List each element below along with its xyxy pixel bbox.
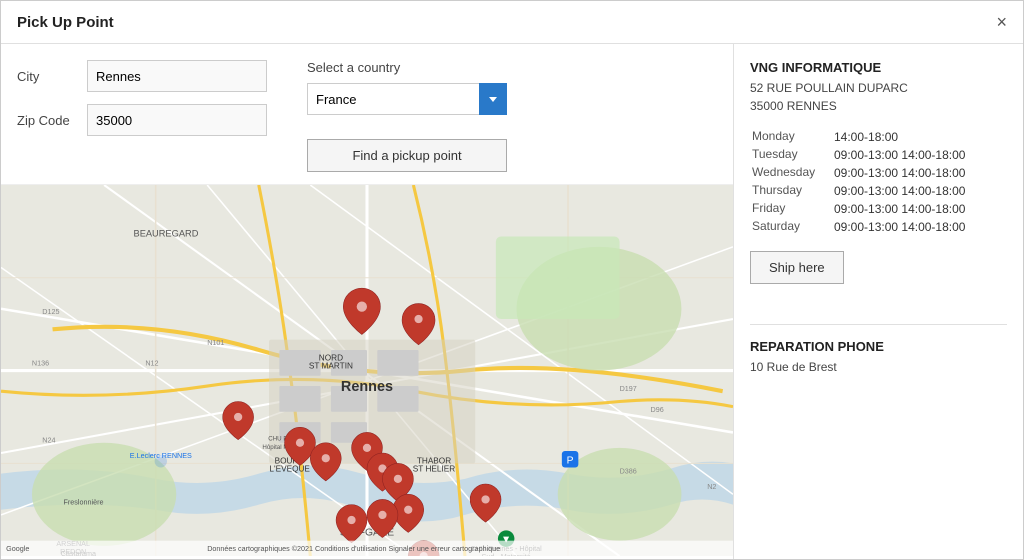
hours-row-thursday: Thursday 09:00-13:00 14:00-18:00 — [752, 183, 1005, 199]
city-input[interactable] — [87, 60, 267, 92]
svg-text:N24: N24 — [42, 436, 55, 445]
hours-row-monday: Monday 14:00-18:00 — [752, 129, 1005, 145]
zipcode-row: Zip Code — [17, 104, 267, 136]
pickup-name-1: VNG INFORMATIQUE — [750, 60, 1007, 75]
hours-row-friday: Friday 09:00-13:00 14:00-18:00 — [752, 201, 1005, 217]
modal-title: Pick Up Point — [17, 14, 114, 31]
pickup-name-2: REPARATION PHONE — [750, 339, 1007, 354]
map-area: Rennes BEAUREGARD NORD ST MARTIN BOURG L… — [1, 185, 733, 559]
svg-text:N12: N12 — [145, 358, 158, 367]
svg-text:ST HELIER: ST HELIER — [413, 465, 455, 474]
modal-container: Pick Up Point × City Zip Code — [0, 0, 1024, 560]
city-row: City — [17, 60, 267, 92]
modal-header: Pick Up Point × — [1, 1, 1023, 44]
svg-text:P: P — [567, 455, 574, 466]
pickup-address-2: 10 Rue de Brest — [750, 358, 1007, 376]
pickup-divider — [750, 324, 1007, 325]
map-container: Rennes BEAUREGARD NORD ST MARTIN BOURG L… — [1, 185, 733, 559]
country-label: Select a country — [307, 60, 507, 75]
zipcode-label: Zip Code — [17, 113, 77, 128]
modal-body: City Zip Code Select a country France Ge… — [1, 44, 1023, 559]
svg-text:D96: D96 — [651, 405, 664, 414]
hours-row-wednesday: Wednesday 09:00-13:00 14:00-18:00 — [752, 165, 1005, 181]
svg-text:D386: D386 — [620, 467, 637, 476]
svg-text:Données cartographiques ©2021: Données cartographiques ©2021 Conditions… — [207, 544, 500, 553]
svg-text:D197: D197 — [620, 384, 637, 393]
close-button[interactable]: × — [996, 13, 1007, 31]
svg-text:N2: N2 — [707, 482, 716, 491]
country-select[interactable]: France Germany Spain Italy — [307, 83, 507, 115]
hours-row-saturday: Saturday 09:00-13:00 14:00-18:00 — [752, 219, 1005, 235]
right-panel: VNG INFORMATIQUE 52 RUE POULLAIN DUPARC … — [733, 44, 1023, 559]
svg-text:D125: D125 — [42, 307, 59, 316]
ship-here-button[interactable]: Ship here — [750, 251, 844, 284]
hours-row-tuesday: Tuesday 09:00-13:00 14:00-18:00 — [752, 147, 1005, 163]
form-area: City Zip Code Select a country France Ge… — [1, 44, 733, 185]
map-svg: Rennes BEAUREGARD NORD ST MARTIN BOURG L… — [1, 185, 733, 556]
form-left: City Zip Code — [17, 60, 267, 136]
pickup-card-2: REPARATION PHONE 10 Rue de Brest — [750, 339, 1007, 376]
country-select-wrapper: France Germany Spain Italy — [307, 83, 507, 115]
pickup-address-1: 52 RUE POULLAIN DUPARC 35000 RENNES — [750, 79, 1007, 115]
zipcode-input[interactable] — [87, 104, 267, 136]
hours-table-1: Monday 14:00-18:00 Tuesday 09:00-13:00 1… — [750, 127, 1007, 237]
svg-text:ST MARTIN: ST MARTIN — [309, 362, 353, 371]
left-panel: City Zip Code Select a country France Ge… — [1, 44, 733, 559]
pickup-card-1: VNG INFORMATIQUE 52 RUE POULLAIN DUPARC … — [750, 60, 1007, 304]
svg-text:N101: N101 — [207, 338, 224, 347]
svg-text:Rennes: Rennes — [341, 379, 393, 395]
svg-text:N136: N136 — [32, 358, 49, 367]
find-pickup-button[interactable]: Find a pickup point — [307, 139, 507, 172]
form-right: Select a country France Germany Spain It… — [307, 60, 507, 172]
svg-text:L'EVEQUE: L'EVEQUE — [269, 465, 310, 474]
city-label: City — [17, 69, 77, 84]
svg-text:BEAUREGARD: BEAUREGARD — [134, 229, 199, 239]
svg-text:Freslonnière: Freslonnière — [63, 498, 103, 507]
svg-text:Google: Google — [6, 544, 29, 553]
